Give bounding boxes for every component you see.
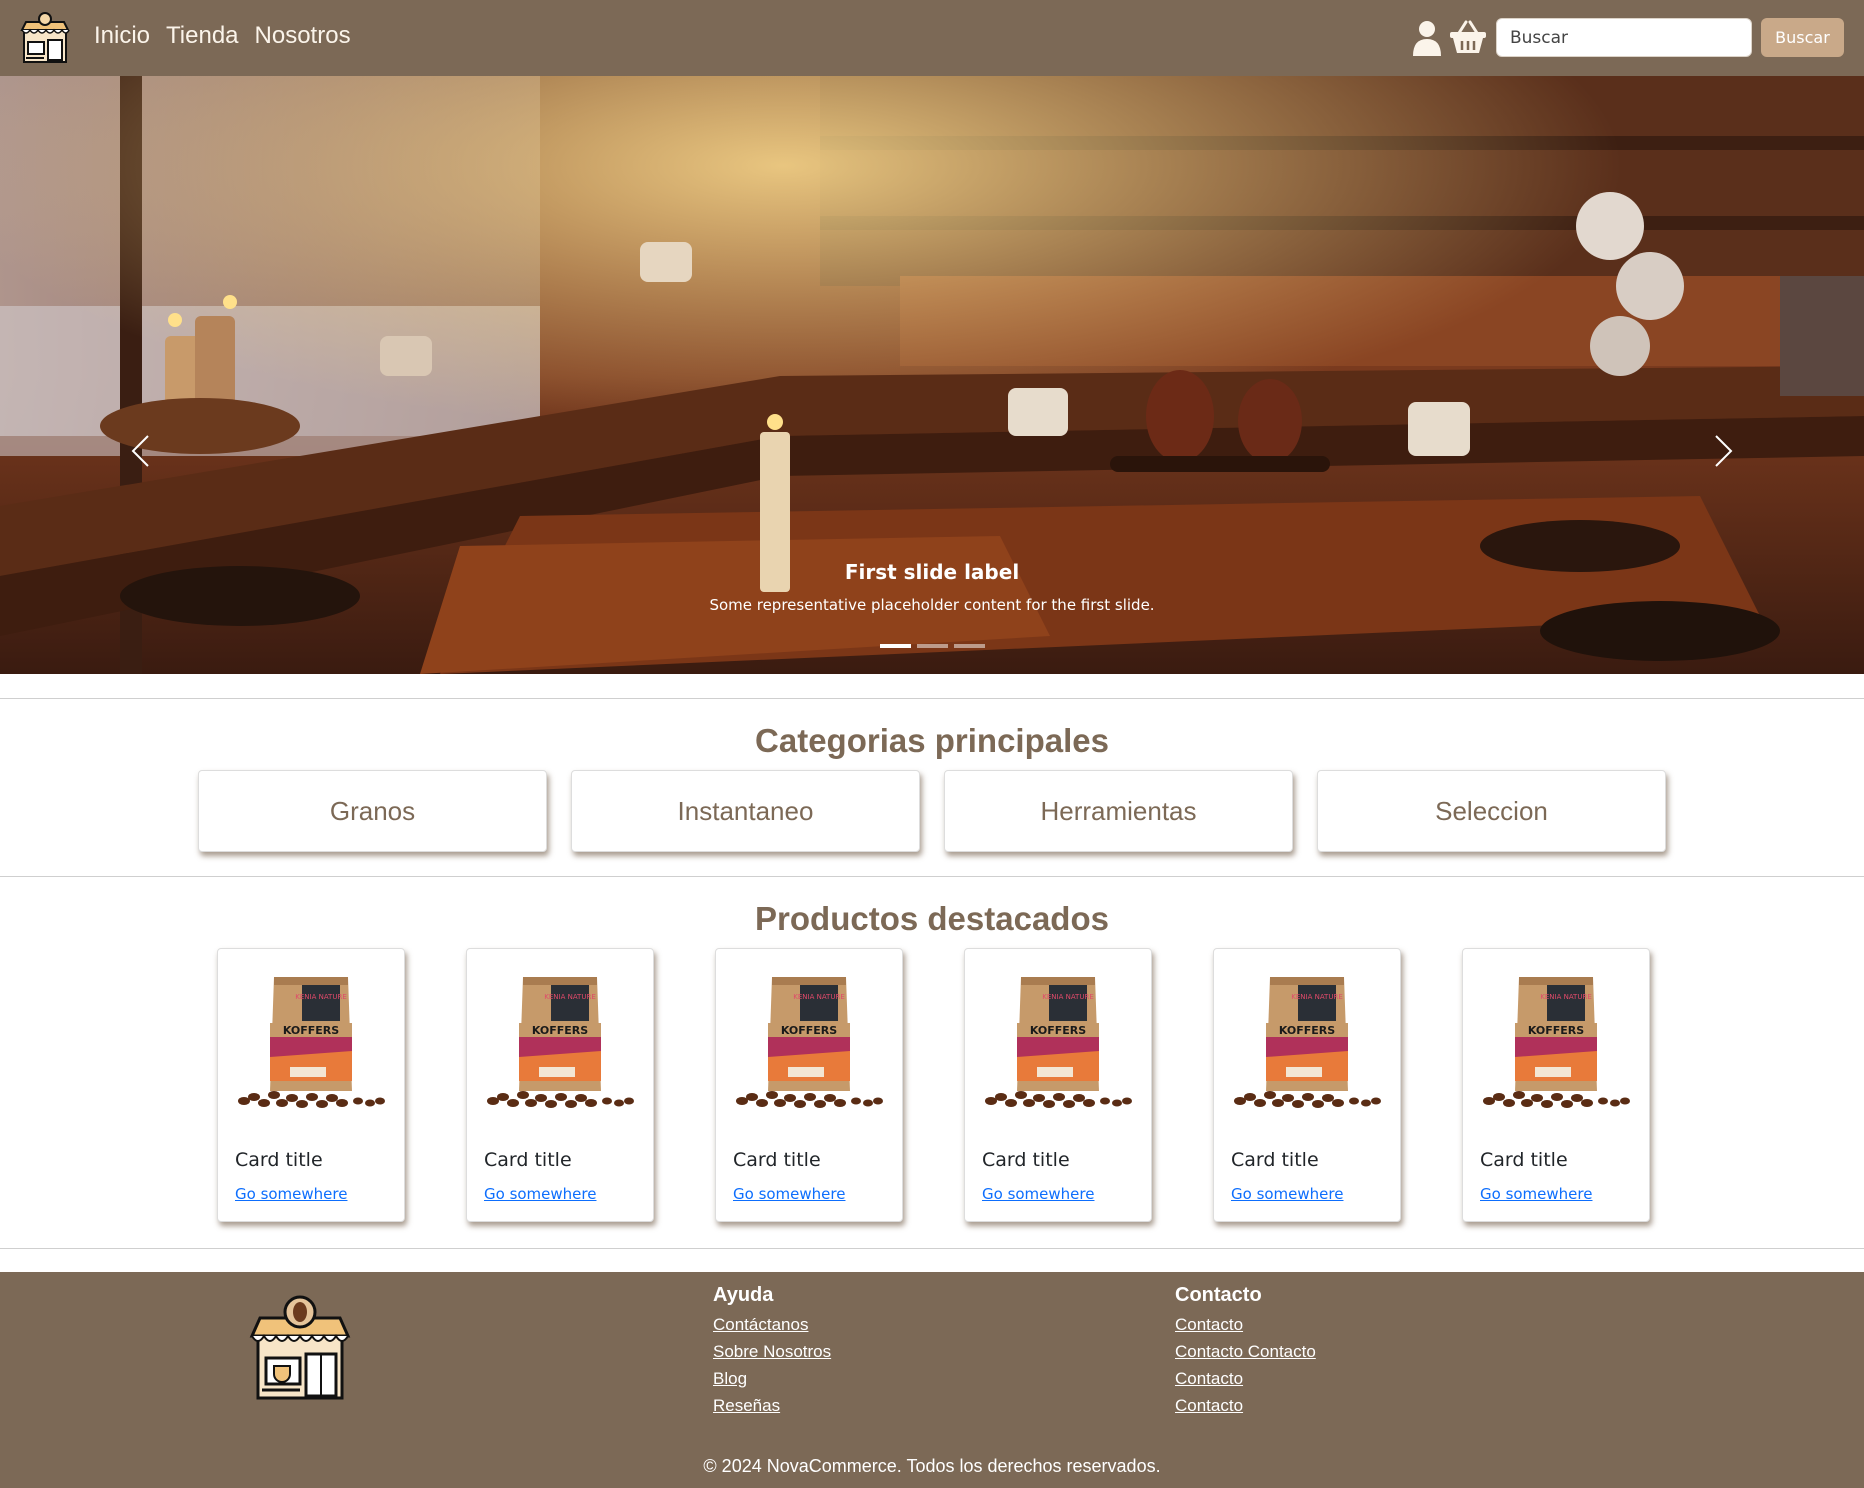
store-logo-icon (249, 1295, 351, 1400)
svg-text:KENIA NATURE: KENIA NATURE (544, 993, 596, 1001)
footer-link-sobre-nosotros[interactable]: Sobre Nosotros (713, 1338, 831, 1365)
coffee-bag-image: KENIA NATURE KOFFERS (1234, 977, 1381, 1108)
basket-icon[interactable] (1450, 20, 1486, 54)
category-instantaneo[interactable]: Instantaneo (571, 770, 920, 852)
footer-help-title: Ayuda (713, 1284, 774, 1306)
card-title: Card title (1231, 1149, 1319, 1171)
carousel-indicators (880, 644, 985, 648)
card-title: Card title (235, 1149, 323, 1171)
nav-link-tienda[interactable]: Tienda (166, 22, 239, 50)
user-icon[interactable] (1413, 20, 1441, 56)
card-link[interactable]: Go somewhere (484, 1185, 596, 1203)
svg-text:KOFFERS: KOFFERS (1030, 1024, 1086, 1037)
svg-text:KOFFERS: KOFFERS (1528, 1024, 1584, 1037)
divider (0, 876, 1864, 877)
carousel-caption-title: First slide label (844, 560, 1020, 584)
product-card[interactable]: KENIA NATURE KOFFERS Card title Go somew… (964, 948, 1152, 1222)
card-title: Card title (1480, 1149, 1568, 1171)
copyright: © 2024 NovaCommerce. Todos los derechos … (703, 1456, 1161, 1476)
navbar: Inicio Tienda Nosotros Buscar (0, 0, 1864, 76)
svg-text:KOFFERS: KOFFERS (1279, 1024, 1335, 1037)
card-link[interactable]: Go somewhere (1480, 1185, 1592, 1203)
cafe-interior-image (0, 76, 1864, 674)
nav-link-inicio[interactable]: Inicio (94, 22, 150, 50)
card-link[interactable]: Go somewhere (235, 1185, 347, 1203)
divider (0, 1248, 1864, 1249)
coffee-bag-image: KENIA NATURE KOFFERS (487, 977, 634, 1108)
footer-link-contacto[interactable]: Contacto (1175, 1311, 1316, 1338)
footer-link-blog[interactable]: Blog (713, 1365, 831, 1392)
svg-text:KOFFERS: KOFFERS (781, 1024, 837, 1037)
category-seleccion[interactable]: Seleccion (1317, 770, 1666, 852)
footer-contact-title: Contacto (1175, 1284, 1262, 1306)
product-card[interactable]: KENIA NATURE KOFFERS Card title Go somew… (1462, 948, 1650, 1222)
card-link[interactable]: Go somewhere (982, 1185, 1094, 1203)
store-logo-icon[interactable] (18, 12, 72, 64)
carousel-indicator-2[interactable] (917, 644, 948, 648)
footer-contact-column: Contacto Contacto Contacto Contacto Cont… (1175, 1284, 1316, 1419)
footer-help-column: Ayuda Contáctanos Sobre Nosotros Blog Re… (713, 1284, 831, 1419)
carousel-next-icon[interactable] (1712, 432, 1736, 470)
card-link[interactable]: Go somewhere (733, 1185, 845, 1203)
products-list: KENIA NATURE KOFFERS Card title Go somew… (217, 948, 1650, 1222)
svg-text:KOFFERS: KOFFERS (532, 1024, 588, 1037)
categories-title: Categorias principales (755, 722, 1109, 759)
products-title: Productos destacados (755, 900, 1109, 937)
footer: Ayuda Contáctanos Sobre Nosotros Blog Re… (0, 1272, 1864, 1488)
card-link[interactable]: Go somewhere (1231, 1185, 1343, 1203)
category-herramientas[interactable]: Herramientas (944, 770, 1293, 852)
footer-link-resenas[interactable]: Reseñas (713, 1392, 831, 1419)
nav-links: Inicio Tienda Nosotros (94, 22, 351, 50)
svg-text:KENIA NATURE: KENIA NATURE (1291, 993, 1343, 1001)
product-card[interactable]: KENIA NATURE KOFFERS Card title Go somew… (715, 948, 903, 1222)
categories-list: Granos Instantaneo Herramientas Seleccio… (198, 770, 1666, 852)
product-card[interactable]: KENIA NATURE KOFFERS Card title Go somew… (1213, 948, 1401, 1222)
category-granos[interactable]: Granos (198, 770, 547, 852)
footer-link-contacto[interactable]: Contacto (1175, 1365, 1316, 1392)
footer-link-contactanos[interactable]: Contáctanos (713, 1311, 831, 1338)
product-card[interactable]: KENIA NATURE KOFFERS Card title Go somew… (466, 948, 654, 1222)
search-button[interactable]: Buscar (1761, 18, 1844, 57)
svg-text:KENIA NATURE: KENIA NATURE (295, 993, 347, 1001)
carousel-caption-text: Some representative placeholder content … (709, 596, 1155, 614)
carousel-indicator-1[interactable] (880, 644, 911, 648)
coffee-bag-image: KENIA NATURE KOFFERS (736, 977, 883, 1108)
coffee-bag-image: KENIA NATURE KOFFERS (238, 977, 385, 1108)
search-input[interactable] (1496, 18, 1752, 57)
nav-link-nosotros[interactable]: Nosotros (255, 22, 351, 50)
coffee-bag-image: KENIA NATURE KOFFERS (985, 977, 1132, 1108)
footer-link-contacto[interactable]: Contacto (1175, 1392, 1316, 1419)
card-title: Card title (733, 1149, 821, 1171)
card-title: Card title (982, 1149, 1070, 1171)
carousel-indicator-3[interactable] (954, 644, 985, 648)
carousel-prev-icon[interactable] (128, 432, 152, 470)
svg-text:KENIA NATURE: KENIA NATURE (793, 993, 845, 1001)
card-title: Card title (484, 1149, 572, 1171)
coffee-bag-image: KENIA NATURE KOFFERS (1483, 977, 1630, 1108)
divider (0, 698, 1864, 699)
svg-text:KENIA NATURE: KENIA NATURE (1540, 993, 1592, 1001)
svg-text:KOFFERS: KOFFERS (283, 1024, 339, 1037)
product-card[interactable]: KENIA NATURE KOFFERS Card title Go somew… (217, 948, 405, 1222)
hero-carousel: First slide label Some representative pl… (0, 76, 1864, 674)
footer-link-contacto[interactable]: Contacto Contacto (1175, 1338, 1316, 1365)
svg-text:KENIA NATURE: KENIA NATURE (1042, 993, 1094, 1001)
